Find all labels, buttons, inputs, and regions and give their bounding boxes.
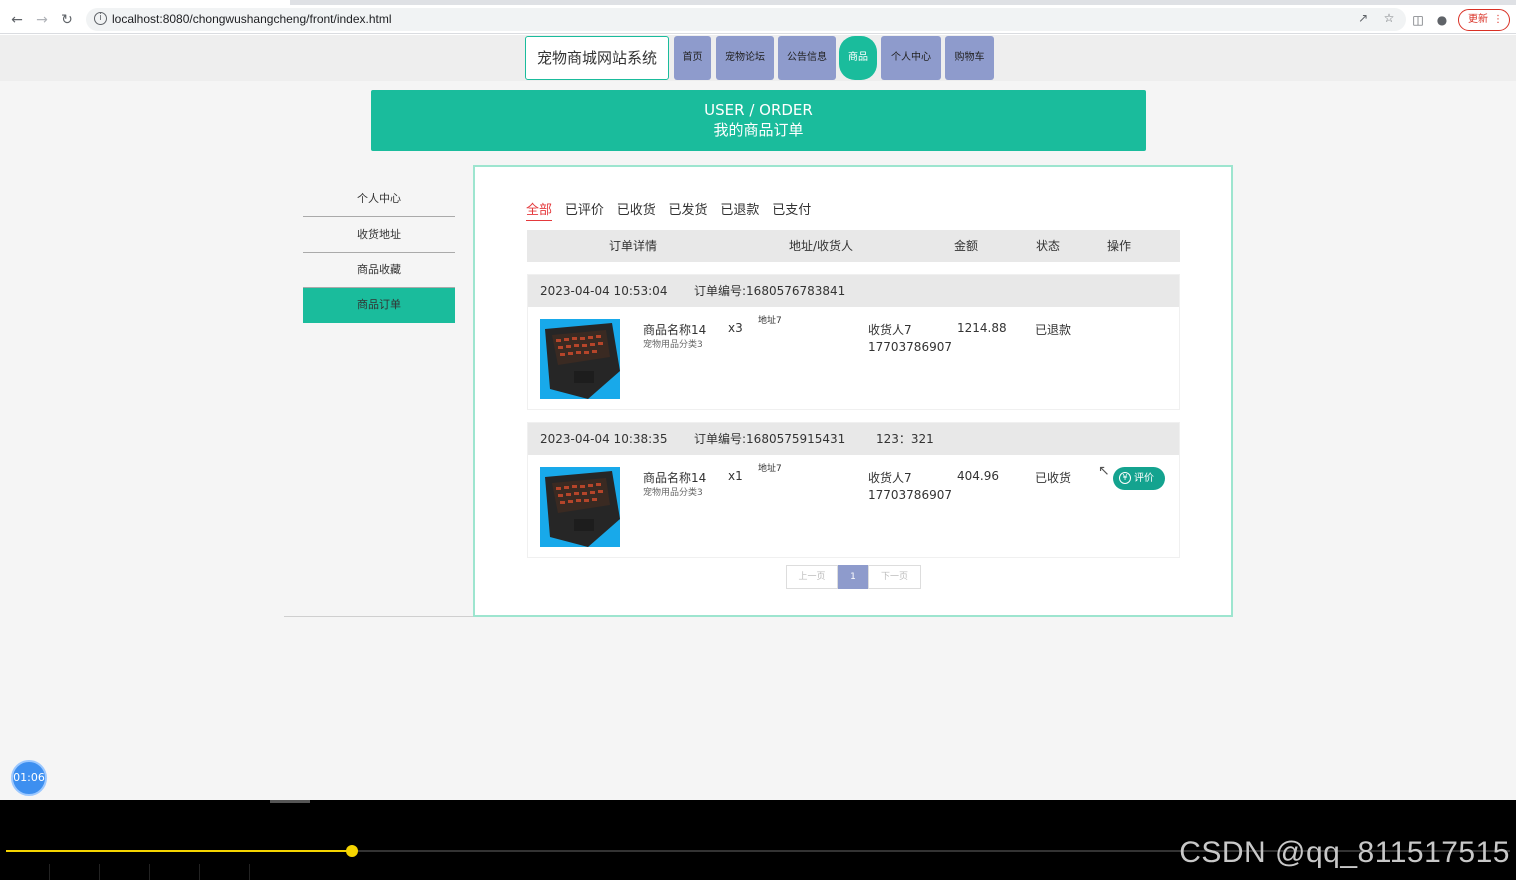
nav-home[interactable]: 首页 [674,36,711,80]
page-number-current[interactable]: 1 [838,565,868,589]
product-category: 宠物用品分类3 [643,340,703,350]
mouse-cursor-icon: ↖ [1098,463,1110,479]
player-control[interactable] [50,864,100,880]
nav-products[interactable]: 商品 [839,36,877,80]
column-status: 状态 [1036,239,1061,253]
nav-user-center[interactable]: 个人中心 [881,36,941,80]
yen-icon: ¥ [1119,472,1131,484]
banner-title-en: USER / ORDER [704,101,813,119]
order-card: 2023-04-04 10:38:35 订单编号:1680575915431 1… [527,422,1180,558]
player-control[interactable] [0,864,50,880]
product-quantity: x3 [728,321,743,335]
order-number: 订单编号:1680576783841 [694,284,846,298]
order-time: 2023-04-04 10:38:35 [540,432,668,446]
nav-forum[interactable]: 宠物论坛 [716,36,774,80]
orders-panel: 全部 已评价 已收货 已发货 已退款 已支付 订单详情 地址/收货人 金额 状态… [473,165,1233,617]
order-phone: 17703786907 [868,340,952,354]
order-address: 地址7 [758,464,782,474]
order-receiver: 收货人7 [868,323,912,337]
video-player-bar: CSDN @qq_811517515 [0,800,1516,880]
site-title: 宠物商城网站系统 [525,36,669,80]
tab-paid[interactable]: 已支付 [772,199,811,220]
product-name: 商品名称14 [643,323,707,337]
tab-all[interactable]: 全部 [526,199,553,221]
column-order-detail: 订单详情 [609,239,658,253]
product-thumbnail[interactable] [540,467,620,547]
product-thumbnail[interactable] [540,319,620,399]
tab-refunded[interactable]: 已退款 [720,199,759,220]
profile-avatar-icon[interactable]: ● [1434,12,1450,28]
url-text[interactable]: localhost:8080/chongwushangcheng/front/i… [112,12,392,26]
sidebar-item-user-center[interactable]: 个人中心 [303,182,455,217]
tab-reviewed[interactable]: 已评价 [565,199,604,220]
forward-arrow-icon[interactable]: → [33,11,51,29]
tab-received[interactable]: 已收货 [617,199,656,220]
next-page-button[interactable]: 下一页 [868,565,921,589]
order-card-header: 2023-04-04 10:53:04 订单编号:1680576783841 [528,275,1179,307]
playback-knob[interactable] [345,845,358,857]
more-menu-icon[interactable]: ⋮ [1493,10,1503,30]
order-status: 已收货 [1035,471,1072,485]
player-control[interactable] [100,864,150,880]
order-card-header: 2023-04-04 10:38:35 订单编号:1680575915431 1… [528,423,1179,455]
product-name: 商品名称14 [643,471,707,485]
sidebar-item-favorites[interactable]: 商品收藏 [303,253,455,288]
browser-toolbar: ← → ↻ i localhost:8080/chongwushangcheng… [0,5,1516,34]
user-sidebar: 个人中心 收货地址 商品收藏 商品订单 [284,165,474,617]
side-panel-icon[interactable]: ◫ [1410,12,1426,28]
order-card: 2023-04-04 10:53:04 订单编号:1680576783841 商… [527,274,1180,410]
review-button-label: 评价 [1134,473,1154,484]
back-arrow-icon[interactable]: ← [8,11,26,29]
order-receiver: 收货人7 [868,471,912,485]
orders-table-header: 订单详情 地址/收货人 金额 状态 操作 [527,230,1180,262]
update-label: 更新 [1468,14,1488,25]
banner-title-cn: 我的商品订单 [713,121,804,139]
order-address: 地址7 [758,316,782,326]
web-page: 宠物商城网站系统 首页 宠物论坛 公告信息 商品 个人中心 购物车 USER /… [0,35,1516,800]
order-status-tabs: 全部 已评价 已收货 已发货 已退款 已支付 [526,199,820,221]
sidebar-item-address[interactable]: 收货地址 [303,218,455,253]
order-status: 已退款 [1035,323,1072,337]
recording-timer-badge[interactable]: 01:06 [11,760,47,796]
order-amount: 1214.88 [957,321,1007,335]
bookmark-star-icon[interactable]: ☆ [1378,11,1400,25]
player-control[interactable] [200,864,250,880]
order-remark: 123：321 [876,432,934,446]
player-control[interactable] [150,864,200,880]
order-number: 订单编号:1680575915431 [694,432,846,446]
order-phone: 17703786907 [868,488,952,502]
column-address-receiver: 地址/收货人 [789,239,854,253]
product-category: 宠物用品分类3 [643,488,703,498]
csdn-watermark: CSDN @qq_811517515 [1179,836,1510,869]
sidebar-item-orders[interactable]: 商品订单 [303,288,455,323]
page-banner: USER / ORDER 我的商品订单 [371,90,1146,151]
site-info-icon[interactable]: i [94,12,107,25]
column-action: 操作 [1107,239,1132,253]
nav-cart[interactable]: 购物车 [945,36,994,80]
order-time: 2023-04-04 10:53:04 [540,284,668,298]
product-quantity: x1 [728,469,743,483]
column-amount: 金额 [954,239,979,253]
playback-progress [6,850,352,852]
review-button[interactable]: ¥ 评价 [1113,467,1165,490]
nav-notice[interactable]: 公告信息 [778,36,836,80]
tab-shipped[interactable]: 已发货 [669,199,708,220]
order-amount: 404.96 [957,469,999,483]
player-chapter-marker [270,800,310,803]
prev-page-button[interactable]: 上一页 [786,565,838,589]
browser-update-button[interactable]: 更新 ⋮ [1458,9,1510,31]
share-icon[interactable]: ↗ [1352,11,1374,25]
address-bar[interactable]: i localhost:8080/chongwushangcheng/front… [86,8,1406,31]
reload-icon[interactable]: ↻ [58,11,76,29]
